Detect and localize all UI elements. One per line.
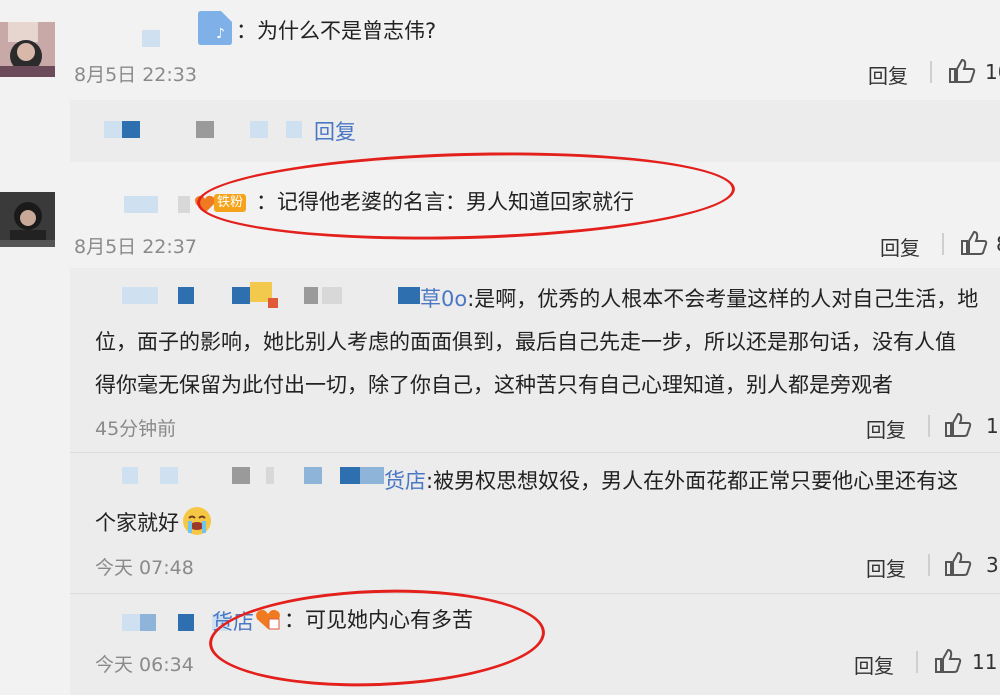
like-count: 11 — [972, 650, 998, 674]
username-mosaic — [250, 121, 268, 138]
reply-button[interactable]: 回复 — [880, 232, 920, 261]
svg-text:♪: ♪ — [216, 26, 225, 42]
comment-time: 8月5日 22:33 — [74, 64, 197, 86]
reply-button[interactable]: 回复 — [866, 414, 906, 443]
reply-text-line: 得你毫无保留为此付出一切，除了你自己，这种苦只有自己心理知道，别人都是旁观者 — [95, 373, 893, 397]
username-mosaic — [104, 121, 122, 138]
reply-text: 草0o:是啊，优秀的人根本不会考量这样的人对自己生活，地 — [420, 287, 979, 311]
like-count: 8 — [996, 232, 1000, 256]
username-mosaic — [122, 121, 140, 138]
avatar[interactable] — [0, 192, 55, 247]
username-mosaic[interactable] — [122, 287, 138, 304]
thumbs-up-icon[interactable] — [944, 412, 972, 438]
username-mosaic — [196, 121, 214, 138]
username-mosaic[interactable] — [232, 467, 250, 484]
username-mosaic[interactable] — [398, 287, 420, 304]
username-mosaic[interactable] — [232, 287, 250, 304]
row-divider — [70, 452, 1000, 453]
username-mosaic[interactable] — [268, 298, 278, 308]
username-mosaic — [286, 121, 302, 138]
username-link[interactable]: 草0o — [420, 287, 467, 311]
reply-text-line: 个家就好 — [95, 511, 179, 535]
reply-button[interactable]: 回复 — [868, 60, 908, 89]
username-mosaic[interactable] — [142, 30, 160, 47]
divider — [928, 554, 930, 576]
username-link[interactable]: 货店 — [384, 469, 426, 493]
more-replies-link[interactable]: 回复 — [314, 120, 356, 144]
username-mosaic[interactable] — [160, 467, 178, 484]
thumbs-up-icon[interactable] — [944, 551, 972, 577]
reply-time: 今天 07:48 — [95, 557, 194, 579]
crying-face-emoji — [181, 505, 213, 537]
username-mosaic[interactable] — [142, 196, 158, 213]
reply-text-line: 位，面子的影响，她比别人考虑的面面俱到，最后自己先走一步，所以还是那句话，没有人… — [95, 330, 956, 354]
reply-text-line: :是啊，优秀的人根本不会考量这样的人对自己生活，地 — [467, 287, 979, 311]
username-mosaic[interactable] — [178, 614, 194, 631]
reply-text-line: :被男权思想奴役，男人在外面花都正常只要他心里还有这 — [426, 469, 959, 493]
username-mosaic[interactable] — [360, 467, 384, 484]
row-divider — [70, 593, 1000, 594]
reply-button[interactable]: 回复 — [866, 553, 906, 582]
like-count: 10 — [985, 60, 1000, 84]
thumbs-up-icon[interactable] — [948, 58, 976, 84]
username-mosaic[interactable] — [178, 287, 194, 304]
image-link-icon[interactable]: ♪ — [196, 10, 234, 46]
username-mosaic[interactable] — [322, 287, 342, 304]
divider — [916, 651, 918, 673]
username-mosaic[interactable] — [138, 287, 158, 304]
username-mosaic[interactable] — [304, 467, 322, 484]
thumbs-up-icon[interactable] — [960, 230, 988, 256]
like-count: 3 — [986, 553, 999, 577]
reply-time: 今天 06:34 — [95, 654, 194, 676]
username-mosaic[interactable] — [122, 614, 140, 631]
reply-text: 货店:被男权思想奴役，男人在外面花都正常只要他心里还有这 — [384, 469, 959, 493]
username-mosaic[interactable] — [178, 196, 190, 213]
username-mosaic[interactable] — [140, 614, 156, 631]
username-mosaic[interactable] — [122, 467, 138, 484]
comment-text: ：为什么不是曾志伟? — [236, 19, 437, 43]
username-mosaic[interactable] — [266, 467, 274, 484]
reply-time: 45分钟前 — [95, 418, 177, 440]
username-mosaic[interactable] — [304, 287, 318, 304]
divider — [930, 61, 932, 83]
thumbs-up-icon[interactable] — [934, 648, 962, 674]
username-mosaic[interactable] — [124, 196, 142, 213]
comment-time: 8月5日 22:37 — [74, 236, 197, 258]
username-mosaic[interactable] — [340, 467, 360, 484]
divider — [928, 415, 930, 437]
avatar[interactable] — [0, 22, 55, 77]
divider — [942, 233, 944, 255]
like-count: 1 — [986, 414, 999, 438]
reply-button[interactable]: 回复 — [854, 650, 894, 679]
